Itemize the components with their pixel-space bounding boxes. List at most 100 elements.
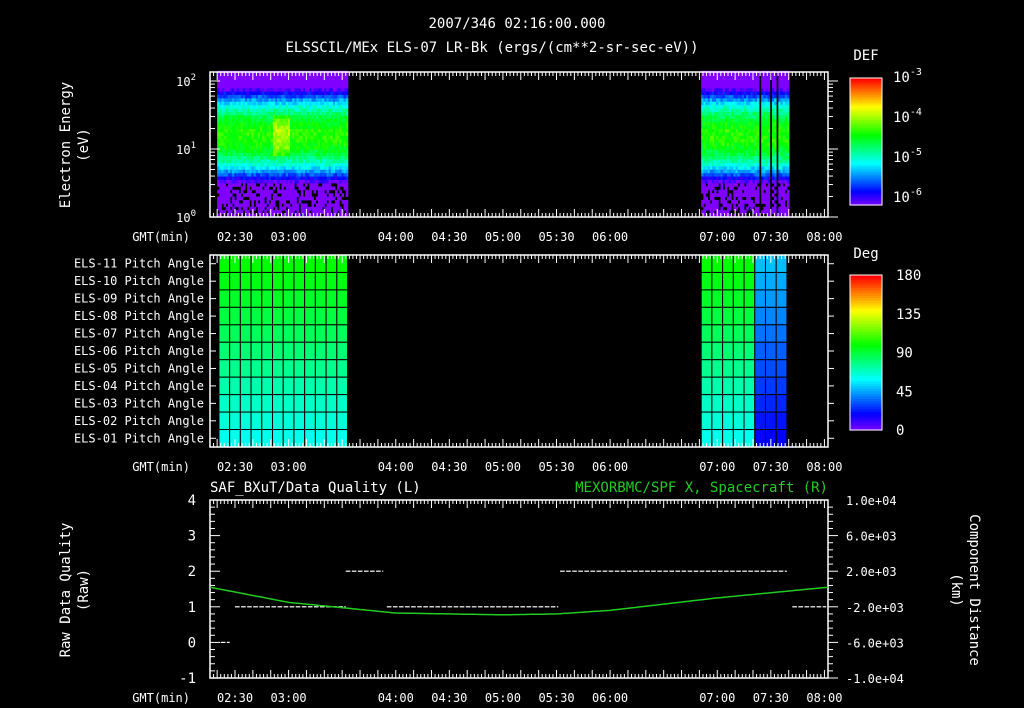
spectrogram-cell xyxy=(720,186,724,191)
spectrogram-cell xyxy=(756,166,760,170)
pitch-angle-cell xyxy=(722,394,734,413)
spectrogram-cell xyxy=(345,104,349,109)
spectrogram-cell xyxy=(262,206,265,211)
spectrogram-cell xyxy=(294,189,297,194)
spectrogram-cell xyxy=(322,189,325,194)
spectrogram-cell xyxy=(786,87,790,92)
pitch-angle-cell xyxy=(229,324,241,343)
spectrogram-cell xyxy=(709,189,713,194)
pitch-angle-cell xyxy=(754,394,766,413)
pitch-angle-cell xyxy=(732,306,745,326)
pitch-angle-cell xyxy=(229,411,241,431)
pitch-angle-cell xyxy=(336,394,349,413)
spectrogram-cell xyxy=(771,193,775,197)
spectrogram-cell xyxy=(724,186,728,191)
pitch-angle-cell xyxy=(293,306,306,326)
spectrogram-cell xyxy=(219,203,222,208)
pitch-angle-cell xyxy=(229,306,241,326)
spectrogram-cell xyxy=(774,152,777,157)
pitch-angle-cell xyxy=(775,289,788,308)
spectrogram-cell xyxy=(756,162,760,167)
spectrogram-cell xyxy=(756,132,760,136)
pitch-angle-cell xyxy=(764,411,777,431)
spectrogram-cell xyxy=(733,203,736,208)
pitch-angle-cell xyxy=(700,341,713,361)
pitch-angle-cell xyxy=(700,271,713,291)
x-tick-label: 05:00 xyxy=(485,230,521,244)
spectrogram-cell xyxy=(345,206,349,211)
spectrogram-cell xyxy=(332,186,336,191)
spectrogram-cell xyxy=(774,111,777,116)
spectrogram-cell xyxy=(756,135,760,140)
spectrogram-cell xyxy=(756,94,760,99)
spectrogram-cell xyxy=(307,210,310,214)
pitch-angle-cell xyxy=(218,324,231,343)
spectrogram-cell xyxy=(335,189,338,194)
spectrogram-cell xyxy=(345,77,349,82)
spectrogram-cell xyxy=(341,193,345,197)
spectrogram-cell xyxy=(774,94,777,99)
spectrogram-cell xyxy=(345,132,349,136)
pitch-angle-cell xyxy=(239,376,252,396)
pitch-angle-cell xyxy=(325,306,338,326)
pitch-angle-cell xyxy=(336,324,349,343)
spectrogram-cell xyxy=(774,91,777,95)
spectrogram-cell xyxy=(774,196,777,201)
spectrogram-cell xyxy=(756,193,760,197)
spectrogram-cell xyxy=(786,203,790,208)
pitch-angle-cell xyxy=(764,376,777,396)
spectrogram-cell xyxy=(774,166,777,170)
spectrogram-cell xyxy=(786,169,790,174)
spectrogram-cell xyxy=(756,84,760,89)
pitch-angle-cell xyxy=(314,411,327,431)
pitch-angle-panel: 02:30 03:00 04:00 04:30 05:00 05:30 06:00 07:00… xyxy=(74,254,921,474)
spectrogram-cell xyxy=(786,108,790,112)
spectrogram-cell xyxy=(330,193,334,197)
spectrogram-cell xyxy=(741,203,745,208)
spectrogram-cell xyxy=(782,200,786,204)
pitch-angle-cell xyxy=(304,341,316,361)
pitch-angle-cell xyxy=(282,359,295,378)
pitch-angle-cell xyxy=(304,271,316,291)
spectrogram-cell xyxy=(786,145,790,150)
spectrogram-cell xyxy=(782,189,786,194)
spectrogram-cell xyxy=(786,121,790,126)
spectrogram-cell xyxy=(767,98,771,102)
spectrogram-cell xyxy=(345,176,349,180)
y-tick-label: 101 xyxy=(176,141,196,157)
pitch-angle-cell xyxy=(218,341,231,361)
energy-spectrogram-panel: 02:30 03:00 04:00 04:30 05:00 05:30 06:00 07:00… xyxy=(132,67,922,244)
spectrogram-cell xyxy=(786,101,790,106)
pitch-angle-cell xyxy=(272,376,284,396)
spectrogram-cell xyxy=(767,111,771,116)
spectrogram-cell xyxy=(786,179,790,184)
spectrogram-cell xyxy=(786,91,790,95)
pitch-angle-cell xyxy=(700,394,713,413)
pitch-angle-cell xyxy=(218,289,231,308)
spectrogram-cell xyxy=(324,193,327,197)
spectrogram-cell xyxy=(332,196,336,201)
spectrogram-cell xyxy=(345,159,349,163)
spectrogram-cell xyxy=(345,145,349,150)
spectrogram-cell xyxy=(345,172,349,177)
spectrogram-cell xyxy=(236,189,239,194)
spectrogram-cell xyxy=(270,183,274,187)
spectrogram-cell xyxy=(729,196,732,201)
spectrogram-cell xyxy=(763,183,766,187)
pitch-angle-cell xyxy=(722,324,734,343)
spectrogram-cell xyxy=(305,183,308,187)
spectrogram-cell xyxy=(345,152,349,157)
spectrogram-cell xyxy=(756,74,760,78)
pitch-angle-cell xyxy=(282,376,295,396)
pitch-angle-cell xyxy=(336,376,349,396)
spectrogram-cell xyxy=(786,166,790,170)
spectrogram-cell xyxy=(767,159,771,163)
spectrogram-cell xyxy=(774,87,777,92)
pitch-angle-cell xyxy=(272,289,284,308)
spectrogram-cell xyxy=(242,186,246,191)
plot-date-title: 2007/346 02:16:00.000 xyxy=(428,16,605,32)
spectrogram-cell xyxy=(326,189,329,194)
pitch-angle-cell xyxy=(314,271,327,291)
x-tick-label: 06:00 xyxy=(592,230,628,244)
spectrogram-cell xyxy=(774,138,777,143)
